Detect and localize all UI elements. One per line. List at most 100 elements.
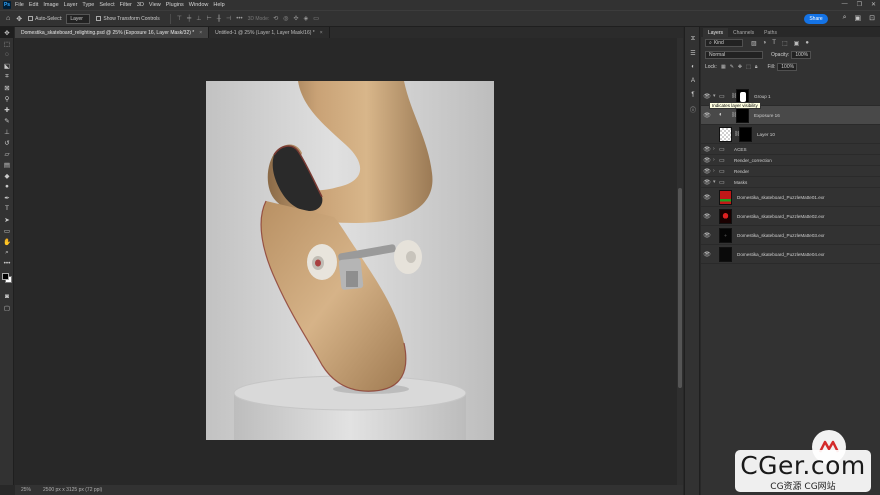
align-left-icon[interactable]: ⊢ — [207, 15, 212, 22]
layer-thumbnail[interactable] — [719, 246, 732, 262]
artboard-tool-icon[interactable]: ⬚ — [0, 38, 14, 49]
menu-file[interactable]: File — [15, 2, 24, 8]
shape-filter-icon[interactable]: ⬚ — [782, 40, 788, 47]
layer-mask-thumbnail[interactable] — [736, 107, 749, 123]
gradient-tool-icon[interactable]: ▤ — [0, 159, 14, 170]
zoom-level[interactable]: 25% — [21, 487, 31, 493]
3d-roll-icon[interactable]: ◎ — [283, 15, 288, 22]
align-middle-icon[interactable]: ╪ — [187, 16, 191, 22]
screen-mode-icon[interactable]: ▢ — [0, 302, 14, 313]
info-panel-icon[interactable]: ⓘ — [685, 103, 701, 115]
tab-untitled-1[interactable]: Untitled-1 @ 25% (Layer 1, Layer Mask/16… — [209, 27, 330, 38]
eye-icon[interactable]: 👁︎ — [701, 146, 713, 153]
panel-arrange-icon[interactable]: ⊡ — [869, 14, 875, 22]
eye-icon[interactable]: 👁︎ — [701, 213, 713, 220]
object-select-tool-icon[interactable]: ⬕ — [0, 60, 14, 71]
history-brush-tool-icon[interactable]: ↺ — [0, 137, 14, 148]
eyedropper-tool-icon[interactable]: ⚲ — [0, 93, 14, 104]
pen-tool-icon[interactable]: ✒ — [0, 192, 14, 203]
layer-thumbnail[interactable] — [719, 189, 732, 205]
lasso-tool-icon[interactable]: ◌ — [0, 49, 14, 60]
clone-stamp-tool-icon[interactable]: ⊥ — [0, 126, 14, 137]
eye-icon[interactable]: 👁︎ — [701, 179, 713, 186]
hand-tool-icon[interactable]: ✋ — [0, 236, 14, 247]
lock-transparent-icon[interactable]: ▦ — [721, 64, 726, 70]
color-swatches[interactable] — [0, 269, 13, 291]
eye-icon[interactable]: 👁︎ — [701, 232, 713, 239]
dodge-tool-icon[interactable]: ● — [0, 181, 14, 192]
layer-thumbnail[interactable] — [719, 208, 732, 224]
scrollbar-thumb[interactable] — [678, 188, 682, 388]
paragraph-panel-icon[interactable]: ¶ — [685, 89, 701, 101]
layer-mask-thumbnail[interactable] — [739, 126, 752, 142]
menu-window[interactable]: Window — [189, 2, 209, 8]
close-tab-icon[interactable]: × — [199, 30, 202, 36]
layer-row[interactable]: 👁︎ Domestika_skateboard_PuzzleMatte02.ex… — [701, 207, 880, 226]
3d-orbit-icon[interactable]: ⟲ — [273, 15, 278, 22]
filter-kind-dropdown[interactable]: ⌕ Kind — [705, 39, 743, 47]
search-icon[interactable]: ⌕ — [843, 14, 847, 22]
home-icon[interactable]: ⌂ — [6, 15, 10, 22]
smart-object-filter-icon[interactable]: ▣ — [794, 40, 800, 47]
lock-position-icon[interactable]: ✥ — [738, 64, 742, 70]
3d-pan-icon[interactable]: ✣ — [294, 15, 299, 22]
menu-type[interactable]: Type — [82, 2, 94, 8]
brush-tool-icon[interactable]: ✎ — [0, 115, 14, 126]
move-tool-icon[interactable]: ✥ — [16, 15, 22, 23]
eye-icon[interactable]: 👁︎ — [701, 157, 713, 164]
properties-panel-icon[interactable]: ☰ — [685, 47, 701, 59]
move-tool-icon[interactable]: ✥ — [0, 27, 14, 38]
menu-plugins[interactable]: Plugins — [166, 2, 184, 8]
minimize-button[interactable]: — — [842, 1, 848, 8]
lock-all-icon[interactable]: 🔒︎ — [755, 64, 758, 70]
align-bottom-icon[interactable]: ⊥ — [196, 15, 201, 22]
auto-select-checkbox[interactable] — [28, 16, 34, 21]
menu-view[interactable]: View — [149, 2, 161, 8]
layer-row[interactable]: 👁︎ Domestika_skateboard_PuzzleMatte01.ex… — [701, 188, 880, 207]
align-center-icon[interactable]: ╫ — [217, 16, 221, 22]
workspace-icon[interactable]: ▣ — [855, 14, 862, 22]
3d-slide-icon[interactable]: ◈ — [304, 15, 309, 22]
menu-select[interactable]: Select — [99, 2, 114, 8]
auto-select-dropdown[interactable]: Layer — [66, 13, 91, 24]
close-window-button[interactable]: ✕ — [871, 1, 876, 8]
layer-row[interactable]: 👁︎ Domestika_skateboard_PuzzleMatte04.ex… — [701, 245, 880, 264]
layer-row[interactable]: 👁︎ ▾ ▭ ⛓ Group 1 Indicates layer visibil… — [701, 87, 880, 109]
tab-paths[interactable]: Paths — [759, 28, 782, 37]
menu-filter[interactable]: Filter — [120, 2, 132, 8]
frame-tool-icon[interactable]: ⊠ — [0, 82, 14, 93]
menu-3d[interactable]: 3D — [137, 2, 144, 8]
tab-layers[interactable]: Layers — [703, 28, 729, 37]
layer-thumbnail[interactable] — [719, 227, 732, 243]
menu-image[interactable]: Image — [43, 2, 58, 8]
eye-icon[interactable]: 👁︎ — [701, 251, 713, 258]
layer-row[interactable]: 👁︎ › ▭ Render_correction — [701, 155, 880, 166]
layer-row[interactable]: 👁︎ Domestika_skateboard_PuzzleMatte03.ex… — [701, 226, 880, 245]
document-canvas[interactable] — [206, 81, 494, 440]
opacity-input[interactable]: 100% — [791, 51, 812, 59]
eraser-tool-icon[interactable]: ▱ — [0, 148, 14, 159]
layer-row[interactable]: · ⛓ Layer 10 — [701, 125, 880, 144]
quick-mask-icon[interactable]: ◙ — [0, 291, 14, 302]
lock-artboard-icon[interactable]: ⬚ — [746, 64, 751, 70]
pixel-filter-icon[interactable]: ▨ — [751, 40, 757, 47]
history-panel-icon[interactable]: ⧖ — [685, 33, 701, 45]
lock-image-icon[interactable]: ✎ — [730, 64, 734, 70]
edit-toolbar-icon[interactable]: ••• — [0, 258, 14, 269]
3d-scale-icon[interactable]: ▭ — [313, 15, 319, 22]
menu-edit[interactable]: Edit — [29, 2, 38, 8]
type-tool-icon[interactable]: T — [0, 203, 14, 214]
type-filter-icon[interactable]: T — [772, 40, 776, 47]
layer-row[interactable]: 👁︎ › ▭ Render — [701, 166, 880, 177]
eye-icon[interactable]: 👁︎ — [701, 168, 713, 175]
canvas-vertical-scrollbar[interactable] — [677, 38, 683, 485]
canvas-area[interactable] — [15, 38, 683, 485]
eye-hidden-icon[interactable]: · — [701, 131, 713, 137]
align-right-icon[interactable]: ⊣ — [226, 15, 231, 22]
photoshop-logo[interactable]: Ps — [3, 1, 11, 9]
blur-tool-icon[interactable]: ◆ — [0, 170, 14, 181]
crop-tool-icon[interactable]: ⌗ — [0, 71, 14, 82]
maximize-button[interactable]: ❐ — [857, 1, 862, 8]
more-options-icon[interactable]: ••• — [236, 16, 242, 22]
align-top-icon[interactable]: ⊤ — [177, 15, 182, 22]
